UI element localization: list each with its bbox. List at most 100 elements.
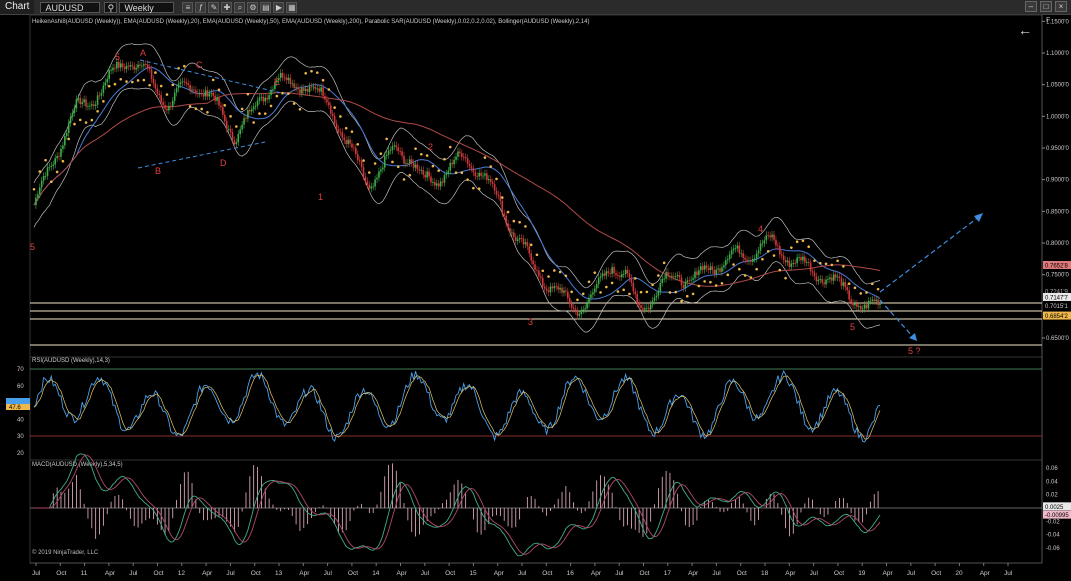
candle-body [663, 278, 665, 280]
sar-dot [674, 290, 678, 294]
candle-body [476, 176, 479, 177]
candle-body [551, 286, 554, 289]
candle-body [800, 257, 802, 261]
sar-dot [443, 157, 446, 161]
sar-dot [581, 292, 585, 296]
sar-dot [703, 280, 706, 283]
candle-body [44, 175, 47, 177]
candle-body [671, 276, 673, 277]
sar-dot [529, 243, 533, 247]
x-tick-label: 16 [567, 570, 575, 577]
candle-body [220, 105, 222, 108]
candle-body [703, 265, 706, 270]
candle-body [466, 158, 469, 164]
candle-body [574, 308, 577, 311]
x-tick-label: Apr [202, 570, 213, 577]
sar-dot [766, 250, 770, 253]
candle-body [472, 168, 475, 173]
x-tick-label: 14 [372, 570, 380, 577]
candle-body [547, 290, 550, 293]
price-y-tick-label: 1.1000'0 [1046, 51, 1069, 57]
candle-body [171, 100, 174, 107]
candle-body [707, 268, 710, 271]
candle-body [642, 307, 644, 310]
candle-body [518, 238, 521, 240]
candle-body [222, 107, 224, 115]
sar-dot [223, 104, 227, 107]
candle-body [376, 177, 378, 180]
candle-body [54, 158, 56, 165]
sar-dot [339, 115, 342, 118]
rsi-levels [30, 368, 1042, 437]
x-tick-label: Apr [299, 570, 310, 577]
sar-dot [830, 263, 834, 267]
candle-body [588, 297, 590, 304]
candle-body [410, 159, 413, 163]
candle-body [264, 97, 267, 102]
candle-body [865, 304, 868, 309]
sar-dot [61, 159, 65, 163]
candle-body [455, 156, 457, 160]
triangle-lower-line [137, 141, 266, 169]
sar-dot [107, 84, 111, 88]
candle-body [817, 279, 820, 282]
sar-dot [304, 71, 308, 75]
candle-body [364, 176, 367, 182]
candle-body [802, 256, 804, 261]
wave-label: C [196, 60, 203, 70]
candle-body [65, 133, 68, 136]
macd-badge-label: -0.00995 [1045, 513, 1069, 519]
sar-dot [437, 169, 440, 172]
sar-dot [483, 156, 487, 159]
sar-dot [853, 286, 857, 290]
sar-dot [420, 152, 423, 156]
candle-body [114, 67, 116, 69]
candle-body [339, 131, 342, 133]
candle-body [241, 124, 243, 130]
candle-body [534, 264, 536, 270]
sar-dot [506, 210, 510, 214]
wave-label: B [155, 166, 161, 176]
x-tick-label: Apr [397, 570, 408, 577]
sar-dot [743, 274, 747, 277]
x-tick-label: Jul [129, 570, 138, 577]
sar-dot [136, 79, 140, 82]
candle-body [721, 267, 723, 272]
candle-body [69, 116, 72, 124]
candle-body [659, 282, 662, 292]
sar-dot [836, 259, 839, 263]
candle-body [586, 303, 588, 309]
candle-body [831, 277, 833, 281]
candle-body [360, 161, 363, 168]
candle-body [168, 105, 170, 111]
candle-body [530, 253, 532, 261]
candle-body [513, 232, 515, 237]
macd-line [34, 453, 881, 557]
sar-dot [865, 291, 868, 294]
candle-body [129, 65, 132, 67]
candle-body [91, 104, 93, 106]
candle-body [567, 291, 569, 298]
candle-body [545, 288, 548, 291]
candle-body [725, 260, 727, 266]
candle-body [540, 276, 542, 278]
sar-dot [570, 290, 573, 294]
rsi-y-tick-label: 60 [17, 384, 24, 390]
candle-body [526, 242, 529, 247]
candle-body [836, 276, 839, 278]
candle-body [206, 90, 209, 97]
candle-body [757, 250, 760, 254]
price-y-tick-label: 0.9500'0 [1046, 146, 1069, 152]
candle-body [85, 99, 87, 107]
candle-body [848, 290, 850, 300]
sar-dot [125, 80, 128, 83]
price-chart[interactable]: 1.1500'0 1.1000'0 1.0500'0 1.0000'0 0.9500'0… [0, 0, 1071, 581]
sar-dot [472, 186, 475, 190]
candle-body [81, 102, 83, 105]
candle-body [719, 268, 721, 272]
candle-body [345, 140, 347, 145]
sar-dot [524, 225, 527, 228]
macd-badge-label: 0.0025 [1045, 505, 1064, 511]
candle-body [459, 151, 461, 154]
x-tick-label: Jul [712, 570, 721, 577]
